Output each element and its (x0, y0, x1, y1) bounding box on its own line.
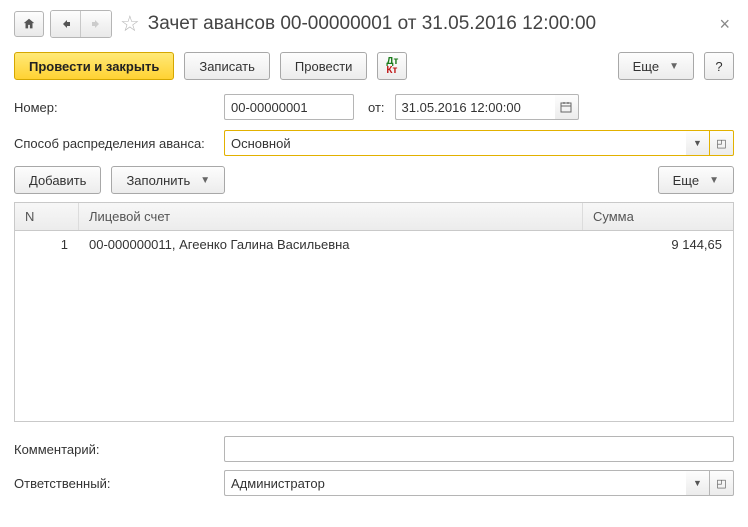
table-header: N Лицевой счет Сумма (15, 203, 733, 231)
table-toolbar: Добавить Заполнить ▼ Еще ▼ (14, 166, 734, 194)
write-button[interactable]: Записать (184, 52, 270, 80)
more-button[interactable]: Еще ▼ (618, 52, 694, 80)
responsible-dropdown-button[interactable]: ▼ (686, 470, 710, 496)
post-button[interactable]: Провести (280, 52, 368, 80)
add-button[interactable]: Добавить (14, 166, 101, 194)
number-date-row: Номер: от: (14, 94, 734, 120)
method-row: Способ распределения аванса: ▼ ◰ (14, 130, 734, 156)
fill-label: Заполнить (126, 173, 190, 188)
open-icon: ◰ (716, 477, 726, 490)
responsible-input-group: ▼ ◰ (224, 470, 734, 496)
column-header-sum[interactable]: Сумма (583, 203, 733, 230)
method-dropdown-button[interactable]: ▼ (686, 130, 710, 156)
cell-account: 00-000000011, Агеенко Галина Васильевна (79, 231, 583, 258)
number-input[interactable] (224, 94, 354, 120)
open-icon: ◰ (716, 137, 726, 150)
help-button[interactable]: ? (704, 52, 734, 80)
accounts-table: N Лицевой счет Сумма 1 00-000000011, Аге… (14, 202, 734, 422)
responsible-input[interactable] (224, 470, 686, 496)
window-title: Зачет авансов 00-00000001 от 31.05.2016 … (148, 13, 710, 35)
method-label: Способ распределения аванса: (14, 136, 214, 151)
calendar-icon (560, 101, 572, 113)
responsible-label: Ответственный: (14, 476, 214, 491)
date-input[interactable] (395, 94, 555, 120)
method-open-button[interactable]: ◰ (710, 130, 734, 156)
chevron-down-icon: ▼ (693, 138, 702, 148)
method-input[interactable] (224, 130, 686, 156)
column-header-n[interactable]: N (15, 203, 79, 230)
responsible-open-button[interactable]: ◰ (710, 470, 734, 496)
cell-n: 1 (15, 231, 79, 258)
chevron-down-icon: ▼ (709, 175, 719, 186)
date-input-group (395, 94, 579, 120)
fill-button[interactable]: Заполнить ▼ (111, 166, 225, 194)
chevron-down-icon: ▼ (669, 61, 679, 72)
home-button[interactable] (14, 11, 44, 37)
forward-button (81, 11, 111, 37)
calendar-button[interactable] (555, 94, 579, 120)
table-more-button[interactable]: Еще ▼ (658, 166, 734, 194)
method-input-group: ▼ ◰ (224, 130, 734, 156)
bottom-form: Комментарий: Ответственный: ▼ ◰ (14, 436, 734, 496)
back-button[interactable] (51, 11, 81, 37)
debit-credit-icon: ДтКт (386, 57, 398, 75)
cell-sum: 9 144,65 (583, 231, 733, 258)
favorite-star-icon[interactable]: ☆ (118, 11, 142, 37)
titlebar: ☆ Зачет авансов 00-00000001 от 31.05.201… (14, 10, 734, 48)
comment-input[interactable] (224, 436, 734, 462)
debit-credit-button[interactable]: ДтКт (377, 52, 407, 80)
from-label: от: (368, 100, 385, 115)
number-label: Номер: (14, 100, 214, 115)
table-row[interactable]: 1 00-000000011, Агеенко Галина Васильевн… (15, 231, 733, 259)
chevron-down-icon: ▼ (693, 478, 702, 488)
chevron-down-icon: ▼ (200, 175, 210, 186)
toolbar: Провести и закрыть Записать Провести ДтК… (14, 48, 734, 94)
more-label: Еще (633, 59, 659, 74)
nav-group (50, 10, 112, 38)
table-more-label: Еще (673, 173, 699, 188)
table-body[interactable]: 1 00-000000011, Агеенко Галина Васильевн… (15, 231, 733, 421)
post-and-close-button[interactable]: Провести и закрыть (14, 52, 174, 80)
column-header-account[interactable]: Лицевой счет (79, 203, 583, 230)
close-button[interactable]: × (715, 14, 734, 35)
comment-label: Комментарий: (14, 442, 214, 457)
